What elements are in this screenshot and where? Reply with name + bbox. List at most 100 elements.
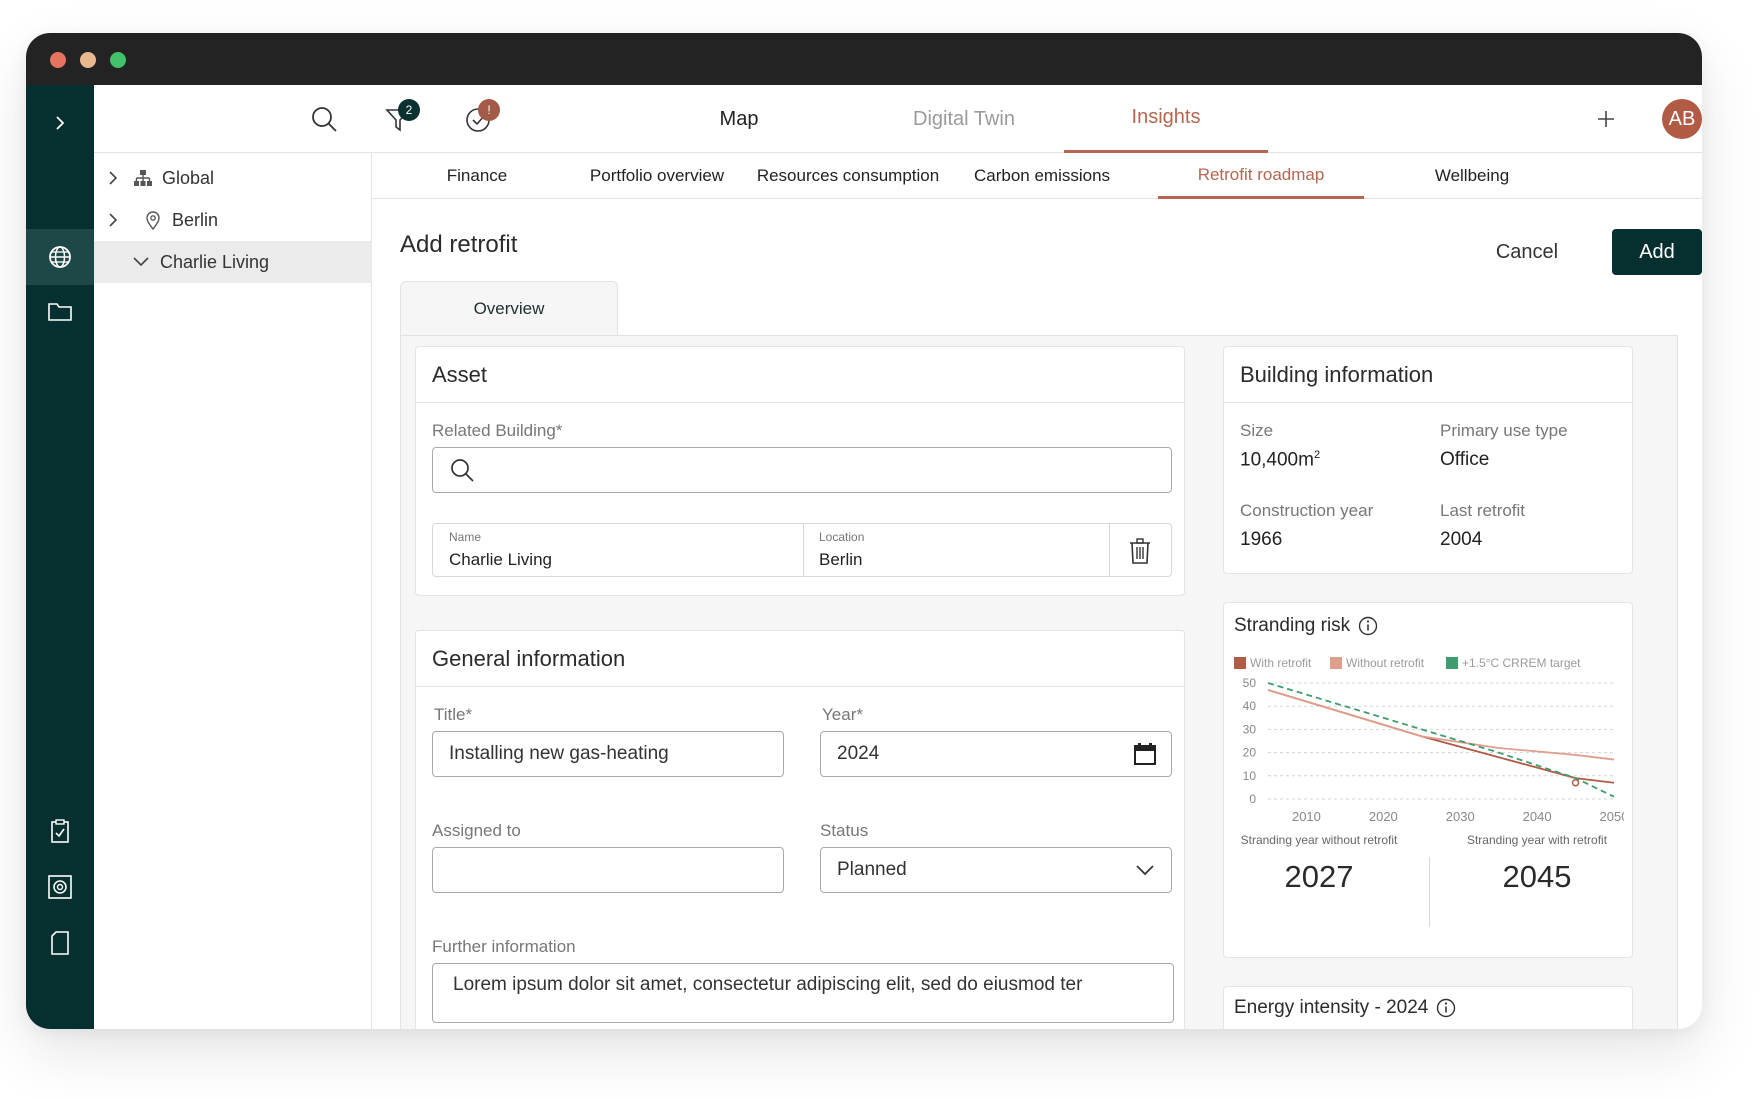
add-retrofit-button[interactable]: Add: [1612, 229, 1702, 275]
name-value: Charlie Living: [449, 550, 552, 569]
primary-use-label: Primary use type: [1440, 421, 1568, 440]
stranding-year-with-label: Stranding year with retrofit: [1466, 833, 1608, 847]
y-tick-label: 40: [1243, 699, 1257, 713]
rail-globe-button[interactable]: [26, 229, 94, 285]
y-tick-label: 30: [1243, 722, 1257, 736]
further-information-label: Further information: [432, 937, 576, 956]
plus-icon: [1598, 111, 1614, 127]
title-bar: [26, 33, 1702, 85]
x-tick-label: 2040: [1523, 809, 1552, 824]
chevron-right-icon[interactable]: [100, 165, 126, 191]
nav-tab-map[interactable]: Map: [664, 85, 814, 153]
x-tick-label: 2020: [1369, 809, 1398, 824]
app-window: 2 ! Map Digital Twin Insights AB Global …: [26, 33, 1702, 1029]
maximize-window-button[interactable]: [110, 52, 126, 68]
location-label: Location: [819, 530, 865, 544]
year-value: 2024: [837, 743, 880, 764]
search-button[interactable]: [304, 99, 344, 139]
stranding-risk-title: Stranding risk: [1234, 615, 1378, 637]
stranding-year-without-value: 2027: [1284, 859, 1354, 894]
legend-with-retrofit: With retrofit: [1234, 656, 1311, 670]
document-icon: [51, 931, 69, 955]
construction-year-value: 1966: [1240, 529, 1283, 550]
filter-button[interactable]: 2: [378, 99, 420, 139]
energy-intensity-card: Energy intensity - 2024: [1223, 986, 1633, 1029]
delete-building-button[interactable]: [1123, 534, 1157, 568]
further-information-textarea[interactable]: Lorem ipsum dolor sit amet, consectetur …: [432, 963, 1174, 1023]
user-avatar[interactable]: AB: [1662, 99, 1702, 139]
year-input[interactable]: 2024: [820, 731, 1172, 777]
tree-item-berlin[interactable]: Berlin: [94, 199, 372, 241]
expand-rail-button[interactable]: [26, 95, 94, 151]
rail-tasks-button[interactable]: [26, 803, 94, 859]
last-retrofit-label: Last retrofit: [1440, 501, 1526, 520]
stranding-point-marker: [1571, 779, 1580, 787]
icon-rail: [26, 85, 94, 1029]
construction-year-label: Construction year: [1240, 501, 1374, 520]
filter-count-badge: 2: [398, 99, 420, 121]
y-tick-label: 10: [1243, 769, 1257, 783]
title-input[interactable]: Installing new gas-heating: [432, 731, 784, 777]
tree-item-label: Berlin: [172, 209, 219, 230]
status-select[interactable]: Planned: [820, 847, 1172, 893]
x-tick-label: 2030: [1446, 809, 1475, 824]
related-building-search-input[interactable]: [432, 447, 1172, 493]
nav-tab-digital-twin[interactable]: Digital Twin: [869, 85, 1059, 153]
tab-finance[interactable]: Finance: [382, 153, 572, 199]
main-content: Add retrofit Cancel Add Overview Asset R…: [372, 199, 1702, 1029]
size-label: Size: [1240, 421, 1274, 440]
rail-folder-button[interactable]: [26, 283, 94, 339]
tab-overview[interactable]: Overview: [400, 281, 618, 335]
rail-document-button[interactable]: [26, 915, 94, 971]
tab-retrofit-roadmap[interactable]: Retrofit roadmap: [1158, 153, 1364, 199]
page-title: Add retrofit: [400, 231, 518, 258]
info-icon[interactable]: [1358, 616, 1378, 636]
last-retrofit-value: 2004: [1440, 529, 1483, 550]
general-card-title: General information: [416, 631, 1184, 687]
calendar-icon[interactable]: [1133, 742, 1157, 766]
name-label: Name: [449, 530, 482, 544]
metric-divider: [1429, 857, 1430, 927]
size-value: 10,400m2: [1240, 449, 1321, 471]
cancel-button[interactable]: Cancel: [1472, 229, 1582, 275]
y-tick-label: 50: [1243, 676, 1257, 690]
chevron-down-icon[interactable]: [128, 249, 154, 275]
x-tick-label: 2050: [1600, 809, 1624, 824]
alerts-button[interactable]: !: [458, 99, 500, 139]
location-value: Berlin: [819, 550, 863, 569]
primary-use-value: Office: [1440, 449, 1490, 470]
year-label: Year*: [822, 705, 863, 724]
status-label: Status: [820, 821, 869, 840]
asset-card: Asset Related Building* Name Charlie Liv…: [415, 346, 1185, 596]
tab-resources-consumption[interactable]: Resources consumption: [748, 153, 948, 199]
stranding-risk-card: Stranding risk With retrofit Without ret…: [1223, 602, 1633, 958]
tab-wellbeing[interactable]: Wellbeing: [1372, 153, 1572, 199]
minimize-window-button[interactable]: [80, 52, 96, 68]
tree-item-charlie-living[interactable]: Charlie Living: [94, 241, 372, 283]
folder-icon: [48, 303, 72, 321]
y-tick-label: 20: [1243, 746, 1257, 760]
tree-item-global[interactable]: Global: [94, 157, 372, 199]
chevron-right-icon[interactable]: [100, 207, 126, 233]
tab-carbon-emissions[interactable]: Carbon emissions: [952, 153, 1132, 199]
info-icon[interactable]: [1436, 998, 1456, 1018]
close-window-button[interactable]: [50, 52, 66, 68]
selected-building-row: Name Charlie Living Location Berlin: [432, 523, 1172, 577]
sensor-icon: [48, 875, 72, 899]
legend-without-retrofit: Without retrofit: [1330, 656, 1424, 670]
related-building-label: Related Building*: [432, 421, 563, 440]
chevron-down-icon: [1136, 865, 1154, 876]
tab-portfolio-overview[interactable]: Portfolio overview: [562, 153, 752, 199]
chevron-right-icon: [56, 116, 65, 130]
insights-subtabs: Finance Portfolio overview Resources con…: [372, 153, 1702, 199]
add-button[interactable]: [1588, 101, 1624, 137]
tree-item-label: Charlie Living: [160, 251, 270, 272]
rail-sensor-button[interactable]: [26, 859, 94, 915]
search-icon: [312, 107, 337, 132]
asset-card-title: Asset: [416, 347, 1184, 403]
nav-tab-insights[interactable]: Insights: [1064, 85, 1268, 153]
series-line-2: [1267, 689, 1615, 761]
energy-intensity-title: Energy intensity - 2024: [1234, 997, 1456, 1019]
x-tick-label: 2010: [1292, 809, 1321, 824]
assigned-to-input[interactable]: [432, 847, 784, 893]
